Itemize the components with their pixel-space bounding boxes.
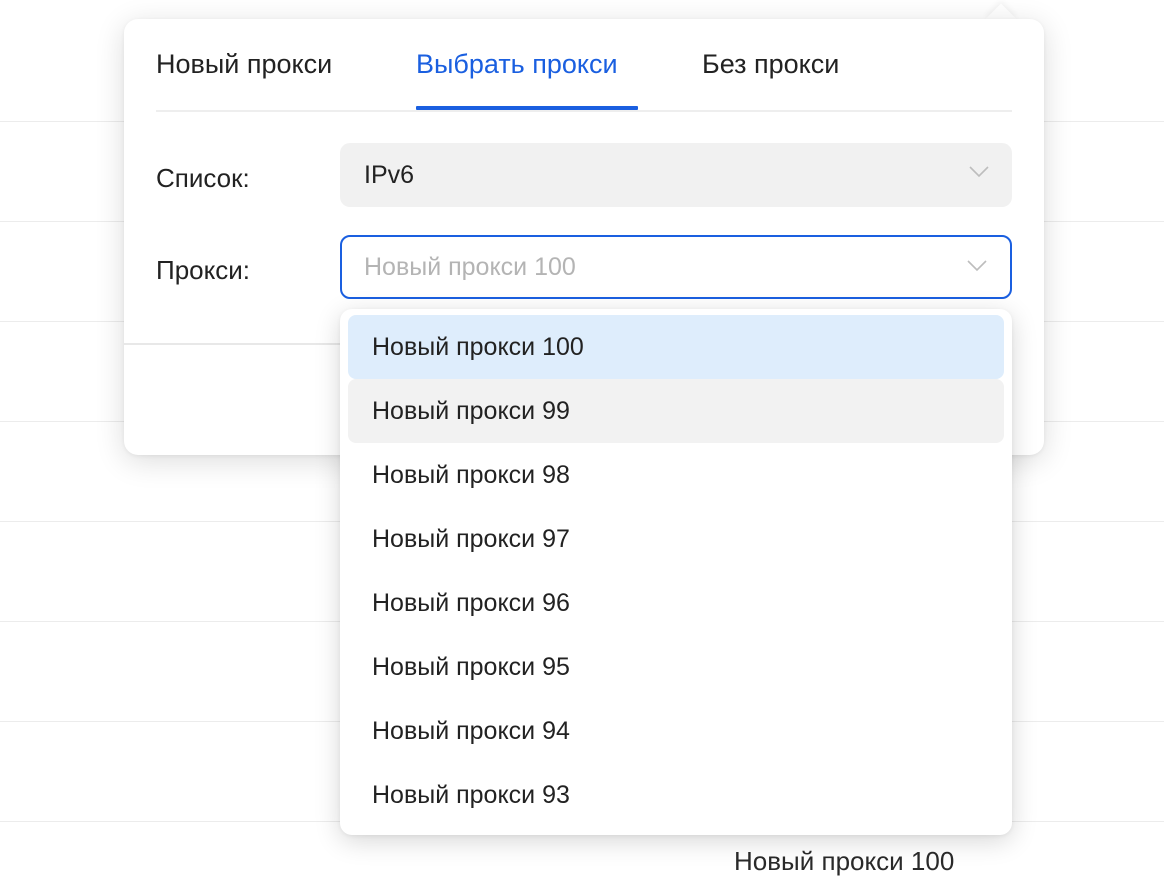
tab-new-proxy[interactable]: Новый прокси (156, 49, 332, 80)
dropdown-option[interactable]: Новый прокси 97 (348, 507, 1004, 571)
dropdown-option-label: Новый прокси 100 (372, 333, 584, 361)
proxy-select[interactable]: Новый прокси 100 (340, 235, 1012, 299)
dropdown-option-label: Новый прокси 97 (372, 525, 570, 553)
proxy-select-placeholder: Новый прокси 100 (364, 253, 576, 281)
dropdown-option-label: Новый прокси 96 (372, 589, 570, 617)
chevron-down-icon (967, 260, 987, 272)
list-label: Список: (156, 163, 250, 193)
dropdown-option[interactable]: Новый прокси 93 (348, 763, 1004, 827)
list-select[interactable]: IPv6 (340, 143, 1012, 207)
dropdown-option-label: Новый прокси 95 (372, 653, 570, 681)
proxy-label: Прокси: (156, 255, 251, 285)
list-select-value: IPv6 (364, 161, 415, 189)
active-tab-indicator (416, 106, 638, 110)
dropdown-option[interactable]: Новый прокси 96 (348, 571, 1004, 635)
dropdown-option-label: Новый прокси 93 (372, 781, 570, 809)
dropdown-option-label: Новый прокси 94 (372, 717, 570, 745)
proxy-tabs: Новый прокси Выбрать прокси Без прокси (156, 19, 1012, 112)
dropdown-option[interactable]: Новый прокси 95 (348, 635, 1004, 699)
dropdown-option[interactable]: Новый прокси 98 (348, 443, 1004, 507)
dropdown-option-label: Новый прокси 99 (372, 397, 570, 425)
dropdown-option-label: Новый прокси 98 (372, 461, 570, 489)
tab-no-proxy[interactable]: Без прокси (702, 49, 839, 80)
popover-footer-divider (124, 343, 340, 345)
chevron-down-icon (969, 166, 989, 178)
proxy-dropdown: Новый прокси 100 Новый прокси 99 Новый п… (340, 309, 1012, 835)
dropdown-option[interactable]: Новый прокси 99 (348, 379, 1004, 443)
tab-select-proxy[interactable]: Выбрать прокси (416, 49, 618, 80)
dropdown-option[interactable]: Новый прокси 94 (348, 699, 1004, 763)
dropdown-option[interactable]: Новый прокси 100 (348, 315, 1004, 379)
